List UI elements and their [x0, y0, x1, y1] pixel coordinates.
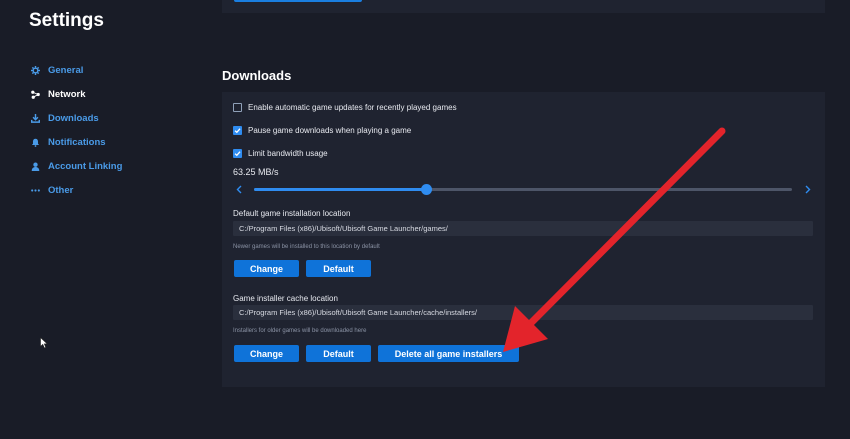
sidebar-item-label: General [48, 64, 84, 76]
mouse-cursor-icon [40, 337, 48, 349]
downloads-section-title: Downloads [222, 68, 292, 83]
sidebar-item-other[interactable]: Other [29, 178, 122, 202]
cache-location-hint: Installers for older games will be downl… [233, 328, 367, 334]
cache-location-field[interactable]: C:/Program Files (x86)/Ubisoft/Ubisoft G… [233, 305, 813, 320]
cache-default-button[interactable]: Default [306, 345, 371, 362]
cache-change-button[interactable]: Change [234, 345, 299, 362]
auto-updates-checkbox[interactable] [233, 103, 242, 112]
sidebar-item-notifications[interactable]: Notifications [29, 130, 122, 154]
sidebar-item-downloads[interactable]: Downloads [29, 106, 122, 130]
install-location-field[interactable]: C:/Program Files (x86)/Ubisoft/Ubisoft G… [233, 221, 813, 236]
bandwidth-slider[interactable] [254, 184, 792, 195]
pause-downloads-label: Pause game downloads when playing a game [248, 126, 412, 135]
checkmark-icon [234, 128, 241, 134]
install-location-label: Default game installation location [233, 209, 351, 218]
delete-installers-button[interactable]: Delete all game installers [378, 345, 519, 362]
download-icon [29, 112, 41, 124]
slider-fill [254, 188, 427, 191]
install-default-button[interactable]: Default [306, 260, 371, 277]
network-icon [29, 88, 41, 100]
user-icon [29, 160, 41, 172]
sidebar-item-general[interactable]: General [29, 58, 122, 82]
install-location-hint: Newer games will be installed to this lo… [233, 244, 380, 250]
bell-icon [29, 136, 41, 148]
bandwidth-value: 63.25 MB/s [233, 167, 279, 177]
chevron-right-icon [805, 185, 811, 193]
limit-bandwidth-checkbox[interactable] [233, 149, 242, 158]
limit-bandwidth-label: Limit bandwidth usage [248, 149, 328, 158]
limit-bandwidth-option[interactable]: Limit bandwidth usage [233, 149, 328, 158]
sidebar-item-label: Network [48, 88, 86, 100]
previous-section-button[interactable] [234, 0, 362, 2]
settings-title: Settings [29, 10, 104, 31]
chevron-left-icon [236, 185, 242, 193]
install-change-button[interactable]: Change [234, 260, 299, 277]
pause-downloads-checkbox[interactable] [233, 126, 242, 135]
settings-nav: General Network Downloads Notifications … [29, 58, 122, 202]
sidebar-item-label: Other [48, 184, 74, 196]
sidebar-item-account-linking[interactable]: Account Linking [29, 154, 122, 178]
auto-updates-option[interactable]: Enable automatic game updates for recent… [233, 103, 457, 112]
downloads-panel [222, 92, 825, 387]
sidebar-item-label: Notifications [48, 136, 106, 148]
pause-downloads-option[interactable]: Pause game downloads when playing a game [233, 126, 411, 135]
checkmark-icon [234, 151, 241, 157]
cache-location-label: Game installer cache location [233, 294, 338, 303]
gear-icon [29, 64, 41, 76]
sidebar-item-network[interactable]: Network [29, 82, 122, 106]
slider-increase-button[interactable] [804, 184, 812, 194]
sidebar-item-label: Downloads [48, 112, 99, 124]
slider-thumb[interactable] [420, 184, 432, 195]
sidebar: Settings General Network Downloads Notif… [0, 0, 210, 439]
auto-updates-label: Enable automatic game updates for recent… [248, 103, 457, 112]
slider-decrease-button[interactable] [235, 184, 243, 194]
sidebar-item-label: Account Linking [48, 160, 123, 172]
ellipsis-icon [29, 184, 41, 196]
